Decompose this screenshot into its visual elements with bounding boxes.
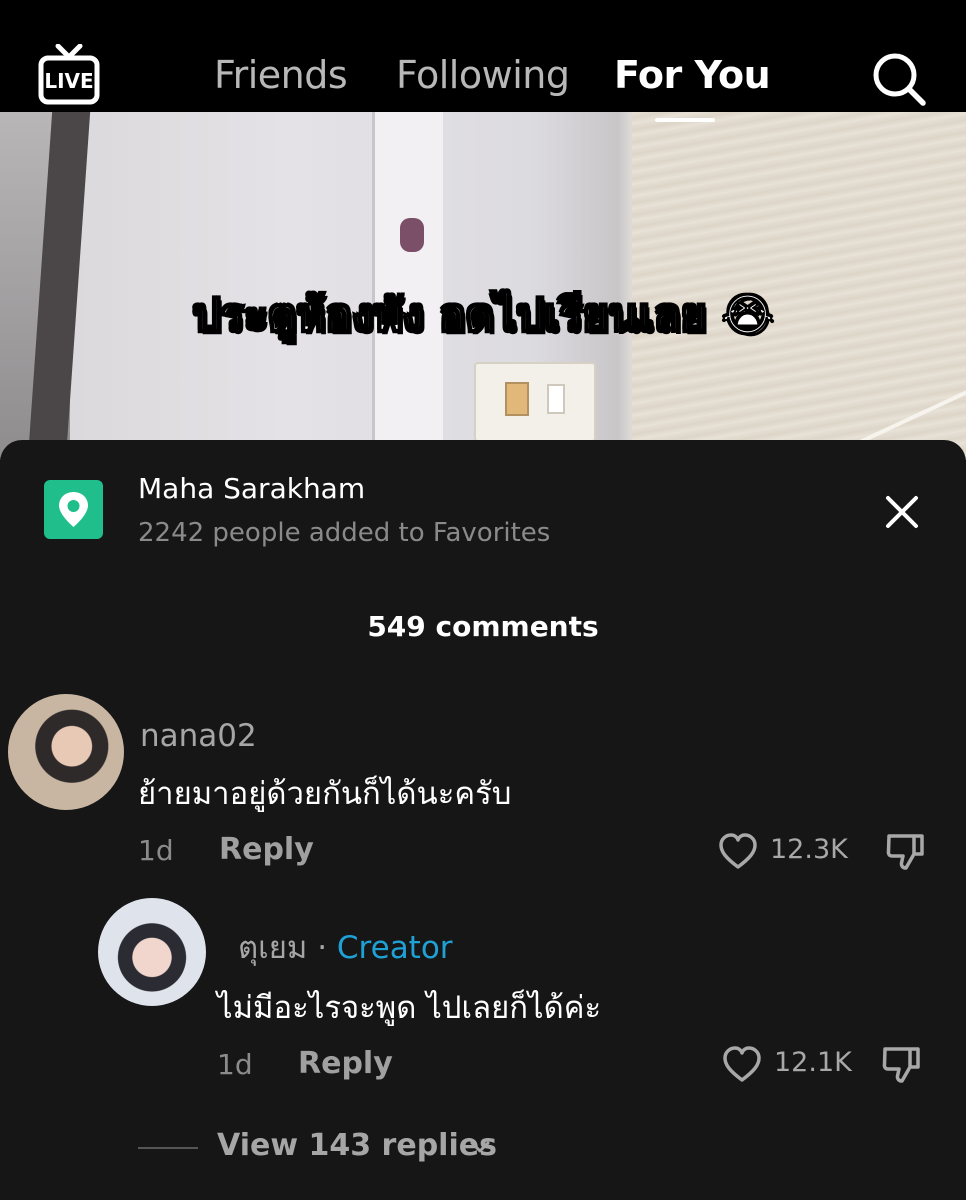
- video-scene-switch-plate: [474, 362, 596, 442]
- comments-sheet: Maha Sarakham 2242 people added to Favor…: [0, 440, 966, 1200]
- tab-following[interactable]: Following: [396, 52, 570, 98]
- dislike-icon[interactable]: [880, 1043, 922, 1085]
- comment-text: ไม่มีอะไรจะพูด ไปเลยก็ได้ค่ะ: [217, 990, 602, 1026]
- comment-count: 549 comments: [367, 610, 599, 643]
- view-replies-button[interactable]: View 143 replies: [217, 1128, 497, 1163]
- search-icon[interactable]: [868, 48, 928, 108]
- reply-username-row: ตุเยม · Creator: [238, 922, 453, 972]
- video-scene-switch: [547, 384, 565, 414]
- location-name[interactable]: Maha Sarakham: [138, 472, 365, 505]
- video-scene-switch: [505, 382, 529, 416]
- top-nav-bar: LIVE Friends Following For You: [0, 0, 966, 112]
- chevron-down-icon[interactable]: [468, 1137, 492, 1157]
- creator-badge: Creator: [336, 930, 453, 966]
- replies-divider: [138, 1147, 198, 1149]
- comment-time: 1d: [217, 1048, 253, 1081]
- video-player[interactable]: ประตูห้องพัง อดไปเรียนเลย 😭: [0, 112, 966, 460]
- heart-icon[interactable]: [718, 832, 758, 872]
- live-tv-icon[interactable]: LIVE: [38, 44, 100, 106]
- separator-dot: ·: [317, 930, 328, 966]
- comment-username[interactable]: ตุเยม: [238, 930, 307, 966]
- like-count: 12.1K: [774, 1047, 852, 1078]
- tab-for-you[interactable]: For You: [614, 52, 771, 98]
- tab-friends[interactable]: Friends: [214, 52, 348, 98]
- avatar[interactable]: [8, 694, 124, 810]
- video-scene-toy: [400, 218, 424, 252]
- live-label: LIVE: [44, 69, 93, 93]
- comment-username[interactable]: nana02: [140, 718, 257, 754]
- active-tab-indicator: [655, 118, 715, 122]
- like-count: 12.3K: [770, 834, 848, 865]
- video-caption: ประตูห้องพัง อดไปเรียนเลย 😭: [192, 289, 775, 342]
- heart-icon[interactable]: [722, 1045, 762, 1085]
- location-pin-icon[interactable]: [44, 480, 103, 539]
- favorites-count-text: 2242 people added to Favorites: [138, 518, 551, 548]
- comment-time: 1d: [138, 834, 174, 867]
- avatar[interactable]: [98, 898, 206, 1006]
- dislike-icon[interactable]: [884, 830, 926, 872]
- comment-text: ย้ายมาอยู่ด้วยกันก็ได้นะครับ: [138, 776, 512, 812]
- reply-button[interactable]: Reply: [219, 832, 314, 867]
- close-icon[interactable]: [880, 490, 924, 534]
- reply-button[interactable]: Reply: [298, 1046, 393, 1081]
